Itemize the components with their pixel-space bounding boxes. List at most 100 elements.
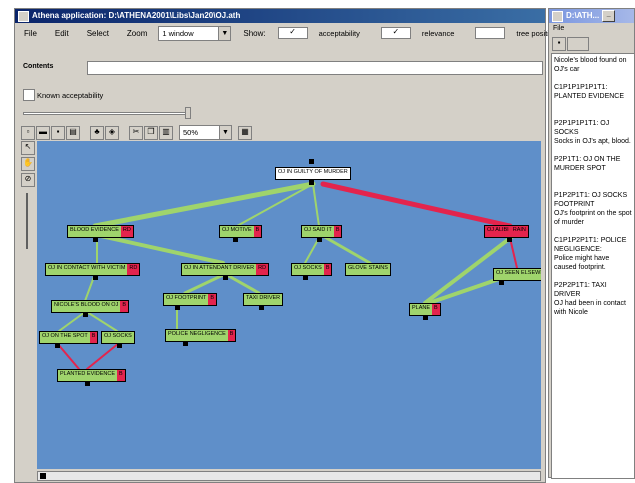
node-planted-evidence[interactable]: PLANTED EVIDENCE B	[57, 369, 126, 382]
show-label: Show:	[243, 28, 266, 38]
side-title-bar[interactable]: D:\ATH... _	[549, 9, 634, 23]
zoom-select-value: 50%	[179, 125, 219, 140]
node-label: OJ ON THE SPOT	[40, 332, 90, 343]
node-oj-footprint[interactable]: OJ FOOTPRINT B	[163, 293, 218, 306]
node-flag: B	[253, 226, 262, 237]
node-oj-socks-right[interactable]: OJ SOCKS B	[291, 263, 333, 276]
menu-select[interactable]: Select	[78, 29, 118, 38]
relevance-label: relevance	[421, 28, 455, 38]
paste-icon[interactable]: ▥	[159, 125, 173, 140]
node-flag: B	[120, 301, 128, 312]
node-flag: B	[208, 294, 217, 305]
node-pin	[259, 305, 264, 310]
vertical-toolbar: ↖ ✋ ⊘	[21, 141, 35, 249]
node-label: BLOOD EVIDENCE	[68, 226, 121, 237]
edge-spot-planted	[56, 342, 80, 370]
new-icon[interactable]: ▫	[21, 125, 35, 140]
edge-driver-taxi	[225, 273, 261, 295]
menu-edit[interactable]: Edit	[46, 29, 78, 38]
edge-nicole-spot	[58, 311, 86, 332]
acceptability-label: acceptability	[318, 28, 360, 38]
node-label: NICOLE'S BLOOD ON OJ	[52, 301, 121, 312]
acceptability-checkbox[interactable]: ✓	[277, 27, 308, 39]
zoom-fit-icon[interactable]: ◈	[105, 125, 119, 140]
node-flag: RD	[256, 264, 269, 275]
view-select-value: 1 window	[158, 25, 219, 41]
app-icon	[18, 10, 29, 22]
node-label: OJ FOOTPRINT	[164, 294, 209, 305]
vertical-zoom-slider[interactable]	[26, 193, 28, 249]
view-select[interactable]: 1 window ▼	[158, 25, 232, 41]
node-flag: B	[117, 370, 125, 381]
contents-field[interactable]	[87, 61, 543, 75]
node-pin	[507, 237, 512, 242]
node-flag: B	[323, 264, 332, 275]
node-nicoles-blood[interactable]: NICOLE'S BLOOD ON OJ B	[51, 300, 129, 313]
edge-socks-planted	[86, 342, 120, 370]
open-icon[interactable]: ▬	[36, 125, 50, 140]
acceptability-option[interactable]: ✓ acceptability	[272, 27, 375, 39]
node-label: OJ IN GUILTY OF MURDER	[276, 168, 350, 179]
print-icon[interactable]: ▤	[66, 125, 80, 140]
tree-position-checkbox[interactable]	[475, 27, 506, 39]
main-title-bar[interactable]: Athena application: D:\ATHENA2001\Libs\J…	[15, 9, 545, 23]
copy-icon[interactable]: ❐	[144, 125, 158, 140]
node-flag: RAIN	[510, 226, 528, 237]
main-window-title: Athena application: D:\ATHENA2001\Libs\J…	[32, 11, 241, 20]
node-flag: RD	[120, 226, 133, 237]
node-flag: B	[333, 226, 342, 237]
known-acceptability-checkbox[interactable]	[23, 89, 35, 101]
edge-root-alibi	[320, 181, 513, 229]
relevance-checkbox[interactable]: ✓	[380, 27, 411, 39]
node-flag: B	[89, 332, 98, 343]
pointer-icon[interactable]: ↖	[21, 141, 35, 155]
edge-blood-driver	[99, 234, 225, 265]
hand-icon[interactable]: ✋	[21, 157, 35, 171]
node-pin	[175, 305, 180, 310]
node-root[interactable]: OJ IN GUILTY OF MURDER	[275, 167, 351, 180]
node-pin	[117, 343, 122, 348]
node-pin	[233, 237, 238, 242]
relevance-option[interactable]: ✓ relevance	[375, 27, 470, 39]
side-window: D:\ATH... _ File ▪ Nicole's blood found …	[548, 8, 635, 479]
grid-icon[interactable]: ▦	[238, 125, 252, 140]
node-pin	[83, 312, 88, 317]
save-icon[interactable]: ▪	[552, 37, 566, 51]
menu-zoom[interactable]: Zoom	[118, 29, 156, 38]
save-icon[interactable]: ▪	[51, 125, 65, 140]
node-oj-on-spot[interactable]: OJ ON THE SPOT B	[39, 331, 99, 344]
minimize-icon[interactable]: _	[602, 10, 616, 22]
slider-handle[interactable]	[185, 107, 191, 119]
node-oj-motive[interactable]: OJ MOTIVE B	[219, 225, 263, 238]
known-acceptability-option[interactable]: Known acceptability	[23, 89, 103, 101]
side-text: Nicole's blood found on OJ's car C1P1P1P…	[554, 57, 632, 316]
node-police-negligence[interactable]: POLICE NEGLIGENCE B	[165, 329, 237, 342]
node-label: TAXI DRIVER	[244, 294, 283, 305]
node-pin	[317, 237, 322, 242]
link-icon[interactable]: ⊘	[21, 173, 35, 187]
node-pin	[499, 280, 504, 285]
node-pin	[93, 237, 98, 242]
chevron-down-icon[interactable]: ▼	[218, 25, 232, 41]
node-label: OJ SOCKS	[292, 264, 324, 275]
node-label: OJ SEEN ELSEWHERE	[494, 269, 541, 280]
horizontal-scrollbar[interactable]	[37, 471, 541, 481]
node-flag: B	[432, 304, 440, 315]
argument-canvas[interactable]: OJ IN GUILTY OF MURDER BLOOD EVIDENCE RD …	[37, 141, 541, 469]
node-label: OJ IN CONTACT WITH VICTIM	[46, 264, 128, 275]
edge-said-gloves	[321, 234, 372, 265]
edge-root-blood	[92, 181, 316, 229]
chevron-down-icon[interactable]: ▼	[219, 125, 232, 140]
tree-icon[interactable]: ♣	[90, 125, 104, 140]
side-text-panel[interactable]: Nicole's blood found on OJ's car C1P1P1P…	[551, 53, 635, 479]
side-menu-file[interactable]: File	[553, 25, 564, 32]
blank-icon[interactable]	[567, 37, 589, 51]
menu-file[interactable]: File	[15, 29, 46, 38]
edge-nicole-socks	[86, 311, 118, 332]
node-blood-evidence[interactable]: BLOOD EVIDENCE RD	[67, 225, 134, 238]
node-glove-stains[interactable]: GLOVE STAINS	[345, 263, 391, 276]
slider-track[interactable]	[23, 112, 191, 115]
cut-icon[interactable]: ✂	[129, 125, 143, 140]
zoom-select[interactable]: 50% ▼	[179, 125, 232, 140]
scroll-left-icon[interactable]	[40, 473, 46, 479]
